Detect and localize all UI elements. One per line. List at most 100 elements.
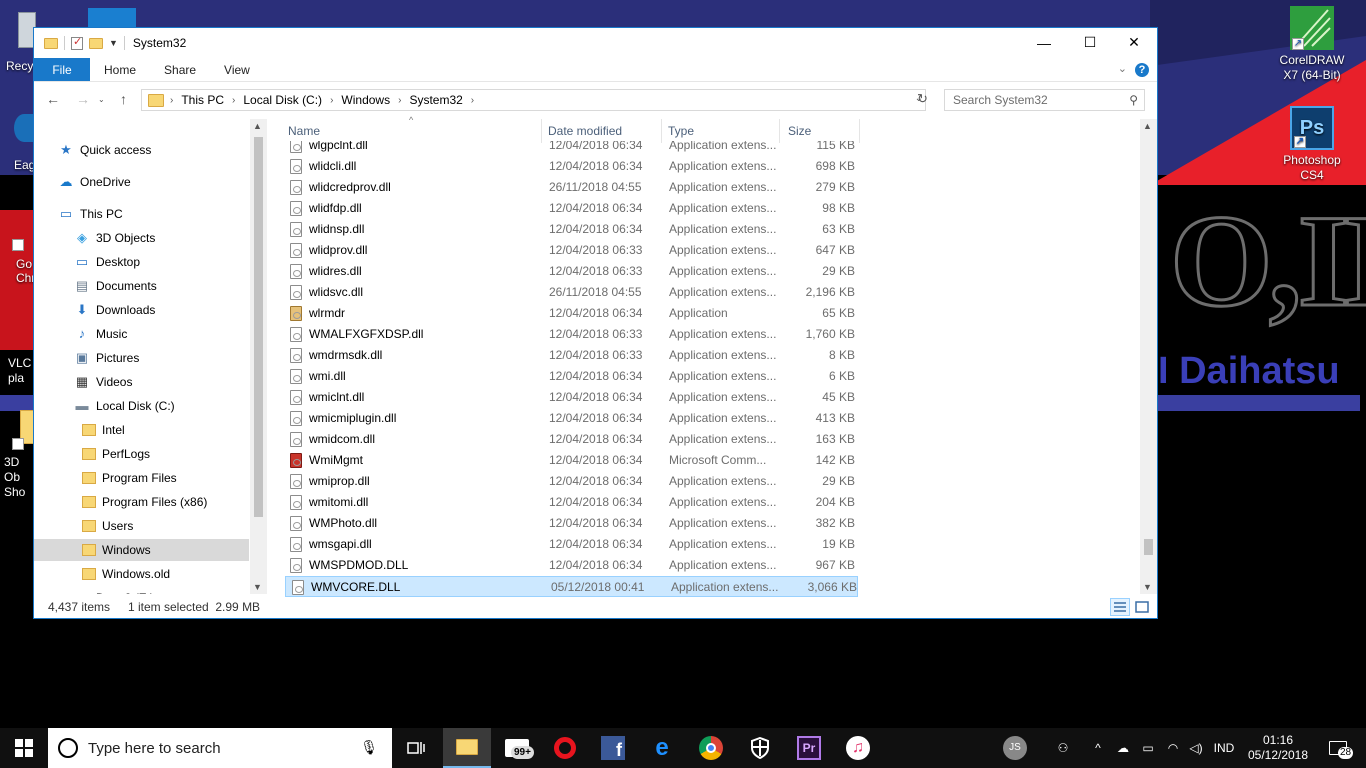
file-row[interactable]: wmitomi.dll 12/04/2018 06:34 Application e… (284, 492, 859, 513)
file-row[interactable]: wlidres.dll 12/04/2018 06:33 Application e… (284, 261, 859, 282)
help-icon[interactable]: ? (1135, 63, 1149, 77)
file-row[interactable]: wlgpclnt.dll 12/04/2018 06:34 Application … (284, 141, 859, 156)
details-view-button[interactable] (1110, 598, 1130, 616)
file-row[interactable]: wlrmdr 12/04/2018 06:34 Application 65 KB (284, 303, 859, 324)
navigation-scrollbar[interactable]: ▲ ▼ (250, 119, 267, 594)
tab-home[interactable]: Home (90, 58, 150, 81)
scroll-up-icon[interactable]: ▲ (1143, 121, 1152, 131)
desktop-icon-partial[interactable] (88, 8, 136, 28)
nav-item-music[interactable]: ♪ Music (74, 323, 249, 345)
wifi-icon[interactable]: ◠ (1163, 728, 1183, 768)
maximize-button[interactable]: ☐ (1067, 28, 1113, 57)
chevron-right-icon[interactable]: › (398, 95, 401, 106)
nav-item-quick-access[interactable]: ★ Quick access (58, 139, 249, 161)
volume-icon[interactable]: ◁) (1186, 728, 1206, 768)
file-row[interactable]: wmiclnt.dll 12/04/2018 06:34 Application e… (284, 387, 859, 408)
nav-item-program-files-x86[interactable]: Program Files (x86) (82, 491, 249, 513)
file-row[interactable]: wmi.dll 12/04/2018 06:34 Application exten… (284, 366, 859, 387)
chevron-right-icon[interactable]: › (232, 95, 235, 106)
new-folder-icon[interactable] (89, 37, 103, 49)
taskbar-app-security[interactable] (736, 728, 784, 768)
taskbar-app-mail[interactable]: 99+ (493, 728, 541, 768)
file-row[interactable]: wmdrmsdk.dll 12/04/2018 06:33 Application … (284, 345, 859, 366)
user-avatar[interactable]: JS (1002, 728, 1028, 768)
desktop-icon-eagle[interactable]: Eag (0, 108, 35, 178)
scrollbar-thumb[interactable] (254, 137, 263, 517)
nav-item-users[interactable]: Users (82, 515, 249, 537)
chevron-right-icon[interactable]: › (471, 95, 474, 106)
scroll-up-icon[interactable]: ▲ (253, 121, 262, 131)
desktop-icon-chrome[interactable]: Go Chr (0, 235, 35, 287)
desktop-icon-vlc[interactable]: VLC pla (0, 330, 34, 385)
file-row[interactable]: wmidcom.dll 12/04/2018 06:34 Application e… (284, 429, 859, 450)
clock[interactable]: 01:16 05/12/2018 (1240, 728, 1316, 768)
close-button[interactable]: ✕ (1111, 28, 1157, 57)
nav-item-desktop[interactable]: ▭ Desktop (74, 251, 249, 273)
tab-share[interactable]: Share (150, 58, 210, 81)
nav-item-intel[interactable]: Intel (82, 419, 249, 441)
file-row[interactable]: WmiMgmt 12/04/2018 06:34 Microsoft Comm...… (284, 450, 859, 471)
expand-ribbon-icon[interactable]: ⌄ (1118, 62, 1127, 75)
properties-icon[interactable] (71, 35, 83, 50)
microphone-icon[interactable]: 🎙 (360, 739, 378, 756)
desktop-icon-3d-objects[interactable]: 3D Ob Sho (0, 408, 34, 499)
nav-item-documents[interactable]: ▤ Documents (74, 275, 249, 297)
language-indicator[interactable]: IND (1208, 728, 1240, 768)
breadcrumb-this-pc[interactable]: This PC (181, 93, 224, 107)
file-row[interactable]: wlidsvc.dll 26/11/2018 04:55 Application e… (284, 282, 859, 303)
nav-item-perflogs[interactable]: PerfLogs (82, 443, 249, 465)
refresh-button[interactable]: ↻ (914, 91, 931, 111)
breadcrumb-system32[interactable]: System32 (409, 93, 462, 107)
desktop-icon-recycle-bin[interactable]: Recy (0, 8, 36, 76)
nav-item-pictures[interactable]: ▣ Pictures (74, 347, 249, 369)
taskbar-app-file-explorer[interactable] (443, 728, 491, 768)
battery-icon[interactable]: ▭ (1138, 728, 1158, 768)
search-input[interactable]: Search System32 ⚲ (944, 89, 1145, 111)
nav-item-windows[interactable]: Windows (34, 539, 249, 561)
title-bar[interactable]: ▼ System32 — ☐ ✕ (34, 28, 1157, 58)
file-row[interactable]: WMALFXGFXDSP.dll 12/04/2018 06:33 Applicat… (284, 324, 859, 345)
breadcrumb-windows[interactable]: Windows (341, 93, 390, 107)
up-button[interactable]: ↑ (120, 91, 127, 107)
onedrive-icon[interactable]: ☁ (1112, 728, 1134, 768)
nav-item-onedrive[interactable]: ☁ OneDrive (58, 171, 249, 193)
nav-item-program-files[interactable]: Program Files (82, 467, 249, 489)
task-view-button[interactable] (392, 728, 440, 768)
recent-locations-icon[interactable]: ⌄ (98, 95, 105, 104)
nav-item-3d-objects[interactable]: ◈ 3D Objects (74, 227, 249, 249)
taskbar-app-edge[interactable]: e (638, 728, 686, 768)
file-row[interactable]: wlidnsp.dll 12/04/2018 06:34 Application e… (284, 219, 859, 240)
nav-item-downloads[interactable]: ⬇ Downloads (74, 299, 249, 321)
desktop-icon-photoshop[interactable]: Ps ↗ Photoshop CS4 (1274, 106, 1350, 183)
column-header-size[interactable]: Size (784, 119, 860, 143)
taskbar-app-itunes[interactable]: ♫ (834, 728, 882, 768)
minimize-button[interactable]: — (1021, 28, 1067, 57)
action-center-button[interactable]: 28 (1318, 728, 1358, 768)
column-header-type[interactable]: Type (664, 119, 780, 143)
file-row[interactable]: wmsgapi.dll 12/04/2018 06:34 Application e… (284, 534, 859, 555)
taskbar-app-chrome[interactable] (687, 728, 735, 768)
file-row[interactable]: wmicmiplugin.dll 12/04/2018 06:34 Applicat… (284, 408, 859, 429)
nav-item-this-pc[interactable]: ▭ This PC (58, 203, 249, 225)
file-row[interactable]: wlidfdp.dll 12/04/2018 06:34 Application e… (284, 198, 859, 219)
nav-item-videos[interactable]: ▦ Videos (74, 371, 249, 393)
column-header-name[interactable]: Name (284, 119, 542, 143)
nav-item-local-disk-c[interactable]: ▬ Local Disk (C:) (74, 395, 249, 417)
tab-view[interactable]: View (210, 58, 264, 81)
start-button[interactable] (0, 728, 48, 768)
file-list-scrollbar[interactable]: ▲ ▼ (1140, 119, 1157, 594)
back-button[interactable]: ← (46, 91, 60, 107)
people-icon[interactable]: ⚇ (1052, 728, 1074, 768)
file-row[interactable]: WMPhoto.dll 12/04/2018 06:34 Application e… (284, 513, 859, 534)
large-icons-view-button[interactable] (1132, 598, 1152, 616)
desktop-icon-coreldraw[interactable]: ↗ CorelDRAW X7 (64-Bit) (1274, 6, 1350, 83)
file-row[interactable]: WMSPDMOD.DLL 12/04/2018 06:34 Application … (284, 555, 859, 576)
taskbar-app-opera[interactable] (541, 728, 589, 768)
file-row[interactable]: wmiprop.dll 12/04/2018 06:34 Application e… (284, 471, 859, 492)
address-bar[interactable]: › This PC › Local Disk (C:) › Windows › … (141, 89, 926, 111)
scroll-down-icon[interactable]: ▼ (253, 582, 262, 592)
taskbar-app-facebook[interactable]: f (589, 728, 637, 768)
file-row[interactable]: WMVCORE.DLL 05/12/2018 00:41 Application e… (285, 576, 858, 597)
scroll-down-icon[interactable]: ▼ (1143, 582, 1152, 592)
taskbar-search-box[interactable]: Type here to search 🎙 (48, 728, 392, 768)
